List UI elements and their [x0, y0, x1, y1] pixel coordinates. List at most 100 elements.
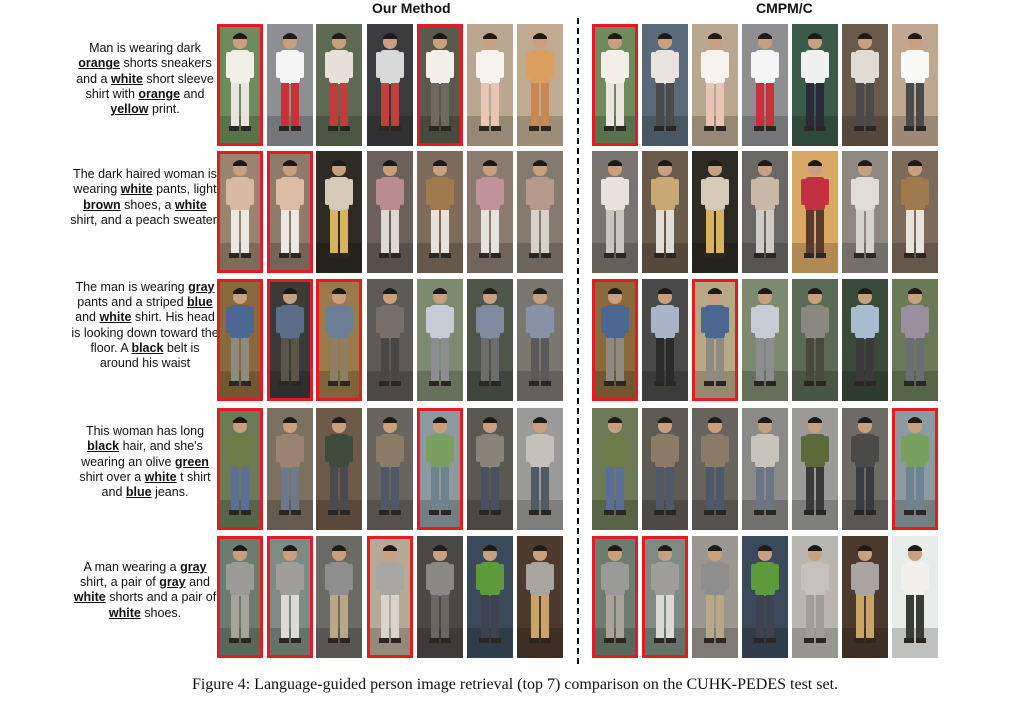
ours-result-image: [517, 408, 563, 530]
ours-result-image: [316, 408, 362, 530]
ours-result-image: [467, 536, 513, 658]
cmpmc-header: CMPM/C: [756, 0, 813, 16]
keyword: gray: [188, 279, 215, 294]
cmpmc-result-image: [642, 24, 688, 146]
query-text: and: [75, 310, 100, 325]
query-description: This woman has long black hair, and she'…: [70, 424, 220, 500]
query-text: shorts and a pair of: [105, 590, 217, 605]
cmpmc-result-image: [892, 408, 938, 530]
ours-result-image: [417, 24, 463, 146]
cmpmc-result-image: [742, 408, 788, 530]
cmpmc-result-image: [692, 151, 738, 273]
cmpmc-result-image: [592, 408, 638, 530]
cmpmc-result-image: [792, 151, 838, 273]
ours-result-image: [367, 279, 413, 401]
ours-result-image: [217, 279, 263, 401]
cmpmc-result-image: [892, 24, 938, 146]
keyword: white: [120, 182, 153, 197]
ours-result-image: [417, 279, 463, 401]
our-method-header: Our Method: [372, 0, 451, 16]
keyword: gray: [180, 559, 207, 574]
ours-result-image: [267, 408, 313, 530]
query-description: A man wearing a gray shirt, a pair of gr…: [70, 560, 220, 621]
ours-result-image: [316, 24, 362, 146]
ours-result-image: [367, 536, 413, 658]
ours-result-image: [267, 24, 313, 146]
cmpmc-result-image: [592, 279, 638, 401]
ours-result-image: [417, 536, 463, 658]
cmpmc-result-image: [842, 151, 888, 273]
ours-result-image: [467, 408, 513, 530]
ours-result-image: [367, 408, 413, 530]
query-text: jeans.: [151, 485, 189, 500]
keyword: green: [174, 454, 209, 469]
cmpmc-result-image: [792, 536, 838, 658]
keyword: orange: [138, 86, 181, 101]
keyword: white: [73, 590, 106, 605]
keyword: blue: [125, 485, 152, 500]
query-text: shirt, a pair of: [80, 575, 160, 590]
query-description: Man is wearing dark orange shorts sneake…: [70, 41, 220, 117]
figure-caption: Figure 4: Language-guided person image r…: [191, 676, 839, 693]
keyword: yellow: [110, 102, 149, 117]
cmpmc-result-image: [742, 536, 788, 658]
ours-result-image: [267, 536, 313, 658]
cmpmc-result-image: [892, 279, 938, 401]
keyword: white: [99, 310, 132, 325]
query-text: A man wearing a: [83, 559, 181, 574]
cmpmc-result-image: [742, 279, 788, 401]
cmpmc-result-image: [842, 279, 888, 401]
query-text: pants, light: [152, 182, 217, 197]
cmpmc-result-image: [592, 151, 638, 273]
cmpmc-result-image: [592, 24, 638, 146]
cmpmc-result-image: [892, 151, 938, 273]
cmpmc-result-image: [692, 24, 738, 146]
method-divider: [577, 18, 579, 664]
cmpmc-result-image: [692, 279, 738, 401]
query-text: shoes.: [140, 605, 182, 620]
ours-result-image: [467, 279, 513, 401]
ours-result-image: [267, 151, 313, 273]
keyword: orange: [78, 56, 120, 71]
cmpmc-result-image: [892, 536, 938, 658]
cmpmc-result-image: [642, 408, 688, 530]
keyword: blue: [187, 295, 213, 310]
query-text: and: [180, 86, 205, 101]
query-text: The man is wearing: [75, 279, 189, 294]
cmpmc-result-image: [792, 408, 838, 530]
ours-result-image: [217, 24, 263, 146]
ours-result-image: [217, 408, 263, 530]
ours-result-image: [316, 279, 362, 401]
ours-result-image: [267, 279, 313, 401]
keyword: black: [87, 439, 120, 454]
query-text: Man is wearing dark: [89, 41, 201, 56]
cmpmc-result-image: [642, 151, 688, 273]
keyword: gray: [159, 575, 186, 590]
cmpmc-result-image: [792, 279, 838, 401]
ours-result-image: [517, 24, 563, 146]
ours-result-image: [517, 279, 563, 401]
keyword: white: [174, 197, 207, 212]
ours-result-image: [367, 24, 413, 146]
ours-result-image: [316, 536, 362, 658]
query-text: shirt, and a peach sweater.: [70, 212, 220, 227]
query-text: print.: [148, 102, 180, 117]
query-description: The dark haired woman is wearing white p…: [70, 167, 220, 228]
cmpmc-result-image: [792, 24, 838, 146]
cmpmc-result-image: [842, 408, 888, 530]
ours-result-image: [467, 24, 513, 146]
cmpmc-result-image: [692, 408, 738, 530]
query-text: and: [185, 575, 210, 590]
cmpmc-result-image: [842, 24, 888, 146]
query-text: This woman has long: [85, 424, 205, 439]
query-text: shoes, a: [120, 197, 175, 212]
cmpmc-result-image: [842, 536, 888, 658]
ours-result-image: [316, 151, 362, 273]
keyword: white: [110, 71, 143, 86]
ours-result-image: [467, 151, 513, 273]
cmpmc-result-image: [692, 536, 738, 658]
ours-result-image: [417, 408, 463, 530]
ours-result-image: [217, 151, 263, 273]
query-text: pants and a striped: [77, 295, 188, 310]
ours-result-image: [217, 536, 263, 658]
